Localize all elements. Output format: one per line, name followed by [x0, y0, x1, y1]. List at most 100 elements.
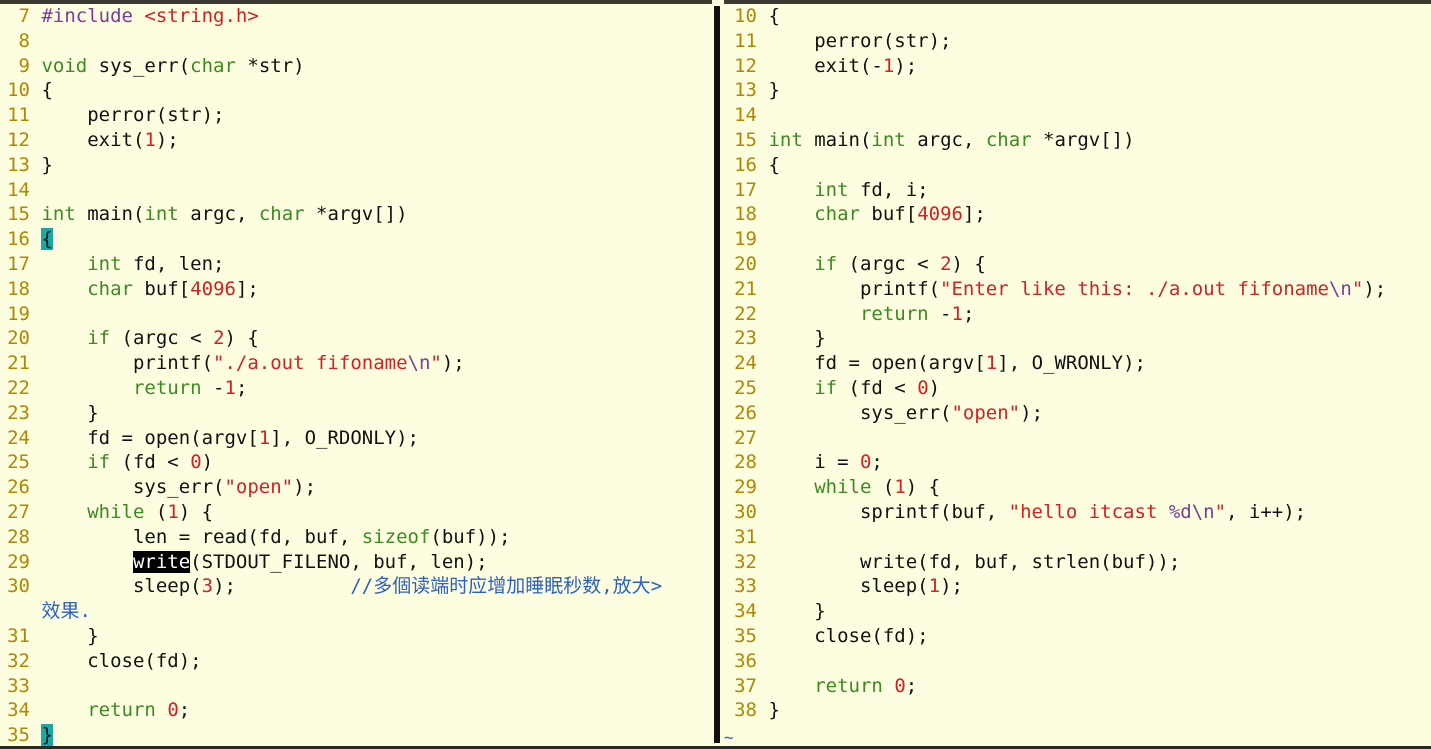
code-line[interactable]: 17 int fd, i; — [724, 178, 1431, 203]
code-line[interactable]: 18 char buf[4096]; — [724, 202, 1431, 227]
code-line[interactable]: 7 #include <string.h> — [0, 4, 712, 29]
code-line[interactable]: 30 sleep(3); //多個读端时应增加睡眠秒数,放大> — [0, 574, 712, 599]
code-text: return 0; — [41, 699, 190, 721]
code-line[interactable]: 35 close(fd); — [724, 624, 1431, 649]
code-token: ); — [155, 128, 179, 151]
code-line[interactable]: 24 fd = open(argv[1], O_RDONLY); — [0, 426, 712, 451]
code-line[interactable]: 36 — [724, 649, 1431, 674]
code-line[interactable]: 24 fd = open(argv[1], O_WRONLY); — [724, 351, 1431, 376]
code-line[interactable]: 21 printf("./a.out fifoname\n"); — [0, 351, 712, 376]
code-line[interactable]: 效果. — [0, 599, 712, 624]
code-line[interactable]: 28 i = 0; — [724, 450, 1431, 475]
code-line[interactable]: 10 { — [0, 78, 712, 103]
code-line[interactable]: 32 close(fd); — [0, 649, 712, 674]
code-line[interactable]: 33 — [0, 674, 712, 699]
empty-line-tilde: ~ — [724, 728, 734, 747]
line-number: 33 — [734, 575, 757, 598]
code-line[interactable]: 26 sys_err("open"); — [724, 401, 1431, 426]
line-number: 11 — [734, 29, 757, 52]
line-number: 21 — [7, 352, 30, 375]
code-line[interactable]: 21 printf("Enter like this: ./a.out fifo… — [724, 277, 1431, 302]
code-token: " — [1214, 500, 1227, 523]
code-line[interactable]: 15 int main(int argc, char *argv[]) — [724, 128, 1431, 153]
right-editor-pane[interactable]: 10 {11 perror(str); 12 exit(-1); 13 } 14 15… — [724, 4, 1431, 749]
code-token: %d\n — [1168, 500, 1215, 523]
code-line[interactable]: 16 { — [724, 153, 1431, 178]
code-line[interactable]: 31 — [724, 525, 1431, 550]
code-token: void — [41, 54, 88, 77]
code-line[interactable]: 19 — [724, 227, 1431, 252]
code-line[interactable]: 20 if (argc < 2) { — [724, 252, 1431, 277]
code-line[interactable]: 12 exit(-1); — [724, 54, 1431, 79]
code-token: 4096 — [917, 203, 963, 226]
code-line[interactable]: 19 — [0, 302, 712, 327]
code-token: ], O_RDONLY); — [270, 426, 419, 449]
code-line[interactable]: 25 if (fd < 0) — [724, 376, 1431, 401]
code-line[interactable]: 26 sys_err("open"); — [0, 475, 712, 500]
code-line[interactable]: 29 while (1) { — [724, 475, 1431, 500]
code-token: #include — [41, 5, 145, 27]
code-line[interactable]: 34 } — [724, 599, 1431, 624]
code-line[interactable]: 15 int main(int argc, char *argv[]) — [0, 202, 712, 227]
code-token: 1 — [894, 476, 906, 499]
code-line[interactable]: 29 write(STDOUT_FILENO, buf, len); — [0, 550, 712, 575]
code-line[interactable]: 30 sprintf(buf, "hello itcast %d\n", i++… — [724, 500, 1431, 525]
code-line[interactable]: 32 write(fd, buf, strlen(buf)); — [724, 550, 1431, 575]
code-line[interactable]: 13 } — [0, 153, 712, 178]
code-line[interactable]: 35 } — [0, 723, 712, 748]
line-number: 38 — [734, 699, 757, 722]
vim-editor[interactable]: 7 #include <string.h> 8 9 void sys_err(ch… — [0, 0, 1431, 749]
code-line[interactable]: 27 while (1) { — [0, 500, 712, 525]
code-token: ]; — [962, 203, 986, 226]
code-line[interactable]: 14 — [0, 178, 712, 203]
code-line[interactable]: 17 int fd, len; — [0, 252, 712, 277]
code-line[interactable]: 33 sleep(1); — [724, 574, 1431, 599]
code-text: sys_err("open"); — [41, 476, 316, 498]
code-line[interactable]: 12 exit(1); — [0, 128, 712, 153]
code-token: char — [87, 277, 133, 300]
code-line[interactable]: 23 } — [724, 326, 1431, 351]
code-token: { — [768, 153, 780, 176]
line-number: 8 — [18, 29, 30, 52]
line-number: 19 — [7, 302, 30, 325]
code-line[interactable]: 27 — [724, 426, 1431, 451]
code-token: close(fd); — [41, 649, 202, 672]
code-line[interactable]: 37 return 0; — [724, 674, 1431, 699]
code-text: write(STDOUT_FILENO, buf, len); — [41, 550, 488, 573]
code-token: fd = open(argv[ — [41, 426, 259, 449]
code-line[interactable]: 20 if (argc < 2) { — [0, 326, 712, 351]
code-line[interactable]: 23 } — [0, 401, 712, 426]
code-token: ); — [441, 352, 465, 375]
code-line[interactable]: 10 { — [724, 4, 1431, 29]
code-token: "./a.out fifoname — [213, 352, 408, 375]
code-line[interactable]: 34 return 0; — [0, 698, 712, 723]
left-editor-pane[interactable]: 7 #include <string.h> 8 9 void sys_err(ch… — [0, 4, 712, 749]
code-text: perror(str); — [768, 30, 951, 52]
code-line[interactable]: 9 void sys_err(char *str) — [0, 54, 712, 79]
line-number: 21 — [734, 277, 757, 300]
line-number: 15 — [734, 128, 757, 151]
vertical-split-separator[interactable] — [712, 0, 724, 749]
code-line[interactable]: 38 } — [724, 698, 1431, 723]
code-text: return 0; — [768, 675, 917, 697]
code-line[interactable]: 11 perror(str); — [0, 103, 712, 128]
code-line[interactable]: 14 — [724, 103, 1431, 128]
code-line[interactable]: 22 return -1; — [724, 302, 1431, 327]
line-number: 24 — [7, 426, 30, 449]
code-line[interactable]: 8 — [0, 29, 712, 54]
code-token: ) { — [178, 500, 214, 523]
code-line[interactable]: 22 return -1; — [0, 376, 712, 401]
code-line[interactable]: 11 perror(str); — [724, 29, 1431, 54]
line-number: 12 — [7, 128, 30, 151]
cursor-char: } — [41, 724, 53, 747]
code-line[interactable]: 31 } — [0, 624, 712, 649]
code-line[interactable]: 28 len = read(fd, buf, sizeof(buf)); — [0, 525, 712, 550]
cursor-char: { — [41, 228, 53, 251]
code-line[interactable]: 18 char buf[4096]; — [0, 277, 712, 302]
code-text: while (1) { — [768, 476, 940, 498]
code-line[interactable]: 16 { — [0, 227, 712, 252]
code-token: int — [814, 178, 849, 201]
code-line[interactable]: 13 } — [724, 78, 1431, 103]
code-text: sys_err("open"); — [768, 402, 1043, 424]
code-line[interactable]: 25 if (fd < 0) — [0, 450, 712, 475]
